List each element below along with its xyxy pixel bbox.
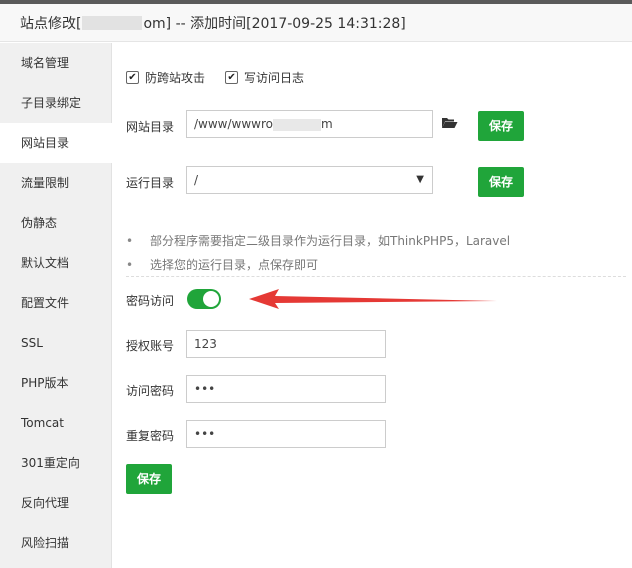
anti-cross-site-label: 防跨站攻击 [145,71,206,85]
folder-open-icon[interactable] [441,116,458,129]
caret-down-icon: ▼ [416,174,424,185]
password-access-toggle[interactable] [187,289,221,309]
sidebar-item-scan[interactable]: 风险扫描 [0,523,111,563]
password-access-label: 密码访问 [126,294,175,308]
divider [126,276,626,277]
sidebar-item-redirect[interactable]: 301重定向 [0,443,111,483]
save-site-dir-button[interactable]: 保存 [478,111,524,141]
check-icon: ✔ [126,71,139,84]
save-run-dir-button[interactable]: 保存 [478,167,524,197]
sidebar-item-rewrite[interactable]: 伪静态 [0,203,111,243]
sidebar-item-traffic[interactable]: 流量限制 [0,163,111,203]
tips-list: 部分程序需要指定二级目录作为运行目录，如ThinkPHP5，Laravel 选择… [126,229,510,277]
sidebar-item-site-dir[interactable]: 网站目录 [0,123,112,163]
title-prefix: 站点修改[ [20,15,82,32]
password-label: 访问密码 [126,384,175,398]
title-suffix: om] -- 添加时间[2017-09-25 14:31:28] [143,15,406,32]
run-dir-select[interactable]: / ▼ [186,166,433,194]
site-dir-input[interactable]: /www/wwwro m [186,110,433,138]
sidebar: 域名管理 子目录绑定 网站目录 流量限制 伪静态 默认文档 配置文件 SSL P… [0,43,112,568]
sidebar-item-php[interactable]: PHP版本 [0,363,111,403]
repeat-password-input[interactable]: ••• [186,420,386,448]
sidebar-item-ssl[interactable]: SSL [0,323,111,363]
account-label: 授权账号 [126,339,175,353]
account-input[interactable]: 123 [186,330,386,358]
run-dir-label: 运行目录 [126,176,175,190]
site-dir-label: 网站目录 [126,120,175,134]
site-dir-value-suffix: m [320,117,333,131]
sidebar-item-config[interactable]: 配置文件 [0,283,111,323]
sidebar-item-subdir[interactable]: 子目录绑定 [0,83,111,123]
anti-cross-site-checkbox[interactable]: ✔ 防跨站攻击 [126,69,205,86]
redacted-domain [82,15,143,30]
password-input[interactable]: ••• [186,375,386,403]
sidebar-item-domain[interactable]: 域名管理 [0,43,111,83]
options-row: ✔ 防跨站攻击 ✔ 写访问日志 [126,69,304,86]
sidebar-item-default-doc[interactable]: 默认文档 [0,243,111,283]
save-password-button[interactable]: 保存 [126,464,172,494]
check-icon: ✔ [225,71,239,84]
toggle-knob [203,291,219,307]
repeat-password-label: 重复密码 [126,429,175,443]
site-dir-value-prefix: /www/wwwro [194,117,273,131]
access-log-checkbox[interactable]: ✔ 写访问日志 [225,69,304,86]
sidebar-item-tomcat[interactable]: Tomcat [0,403,111,443]
run-dir-value: / [194,173,199,187]
sidebar-item-proxy[interactable]: 反向代理 [0,483,111,523]
dialog-title: 站点修改[ om] -- 添加时间[2017-09-25 14:31:28] [0,4,632,42]
tip-item: 部分程序需要指定二级目录作为运行目录，如ThinkPHP5，Laravel [126,229,510,253]
tip-item: 选择您的运行目录，点保存即可 [126,253,510,277]
access-log-label: 写访问日志 [244,71,305,85]
content-panel: ✔ 防跨站攻击 ✔ 写访问日志 网站目录 /www/wwwro m 保存 运行目录… [112,43,632,568]
annotation-arrow [249,289,497,309]
redacted-path [272,118,321,131]
